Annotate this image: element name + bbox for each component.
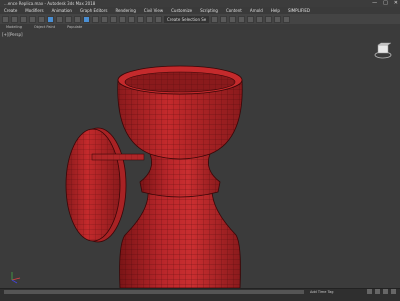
- menu-help[interactable]: Help: [267, 7, 284, 14]
- pivot-icon[interactable]: [119, 15, 126, 23]
- move-icon[interactable]: [83, 15, 90, 23]
- maximize-viewport-icon[interactable]: [391, 289, 396, 294]
- lamp-body-mesh[interactable]: [119, 189, 241, 288]
- menu-bar: Create Modifiers Animation Graph Editors…: [0, 7, 400, 14]
- lamp-neck-mesh[interactable]: [139, 153, 221, 198]
- selection-set-dropdown[interactable]: Create Selection Se: [164, 15, 210, 23]
- schematic-icon[interactable]: [247, 15, 255, 23]
- curve-editor-icon[interactable]: [238, 15, 246, 23]
- rotate-icon[interactable]: [92, 15, 99, 23]
- title-bar: ...ence Replica.max - Autodesk 3ds Max 2…: [0, 0, 400, 7]
- close-button[interactable]: ✕: [394, 0, 398, 7]
- bind-icon[interactable]: [38, 15, 45, 23]
- render-setup-icon[interactable]: [265, 15, 273, 23]
- menu-civil-view[interactable]: Civil View: [140, 7, 167, 14]
- spinner-snap-icon[interactable]: [155, 15, 162, 23]
- lamp-shade-mesh[interactable]: [117, 65, 243, 160]
- undo-icon[interactable]: [2, 15, 9, 23]
- menu-arnold[interactable]: Arnold: [246, 7, 267, 14]
- orbit-icon[interactable]: [375, 289, 380, 294]
- render-icon[interactable]: [283, 15, 291, 23]
- menu-rendering[interactable]: Rendering: [111, 7, 139, 14]
- angle-snap-icon[interactable]: [137, 15, 144, 23]
- align-icon[interactable]: [220, 15, 228, 23]
- axis-gizmo: [11, 272, 21, 284]
- window-crossing-icon[interactable]: [74, 15, 81, 23]
- scene-render: [11, 65, 243, 288]
- unlink-icon[interactable]: [29, 15, 36, 23]
- menu-animation[interactable]: Animation: [48, 7, 76, 14]
- render-frame-icon[interactable]: [274, 15, 282, 23]
- perspective-viewport[interactable]: [+][Persp]: [0, 30, 400, 288]
- viewport-navigation: [367, 289, 396, 294]
- redo-icon[interactable]: [11, 15, 18, 23]
- maximize-button[interactable]: □: [383, 0, 388, 7]
- arm-rod-mesh[interactable]: [91, 153, 145, 161]
- select-icon[interactable]: [47, 15, 54, 23]
- menu-content[interactable]: Content: [222, 7, 246, 14]
- window-controls: — □ ✕: [372, 0, 398, 7]
- menu-modifiers[interactable]: Modifiers: [21, 7, 47, 14]
- minimize-button[interactable]: —: [372, 0, 377, 7]
- place-icon[interactable]: [110, 15, 117, 23]
- select-by-name-icon[interactable]: [56, 15, 63, 23]
- scale-icon[interactable]: [101, 15, 108, 23]
- viewcube-icon[interactable]: [374, 42, 392, 60]
- menu-simplified[interactable]: SIMPLIFIED: [284, 7, 314, 14]
- zoom-icon[interactable]: [367, 289, 372, 294]
- percent-snap-icon[interactable]: [146, 15, 153, 23]
- rect-select-icon[interactable]: [65, 15, 72, 23]
- material-editor-icon[interactable]: [256, 15, 264, 23]
- timeline-track[interactable]: [4, 290, 304, 294]
- link-icon[interactable]: [20, 15, 27, 23]
- menu-graph-editors[interactable]: Graph Editors: [76, 7, 111, 14]
- menu-customize[interactable]: Customize: [167, 7, 196, 14]
- pan-icon[interactable]: [383, 289, 388, 294]
- wall-plate-mesh[interactable]: [65, 127, 127, 243]
- window-title: ...ence Replica.max - Autodesk 3ds Max 2…: [4, 1, 96, 6]
- add-time-tag[interactable]: Add Time Tag: [310, 290, 334, 294]
- snap-icon[interactable]: [128, 15, 135, 23]
- layer-icon[interactable]: [229, 15, 237, 23]
- menu-create[interactable]: Create: [0, 7, 21, 14]
- mirror-icon[interactable]: [211, 15, 219, 23]
- main-toolbar: Create Selection Se: [0, 14, 400, 24]
- menu-scripting[interactable]: Scripting: [196, 7, 222, 14]
- status-info: Add Time Tag: [310, 290, 334, 294]
